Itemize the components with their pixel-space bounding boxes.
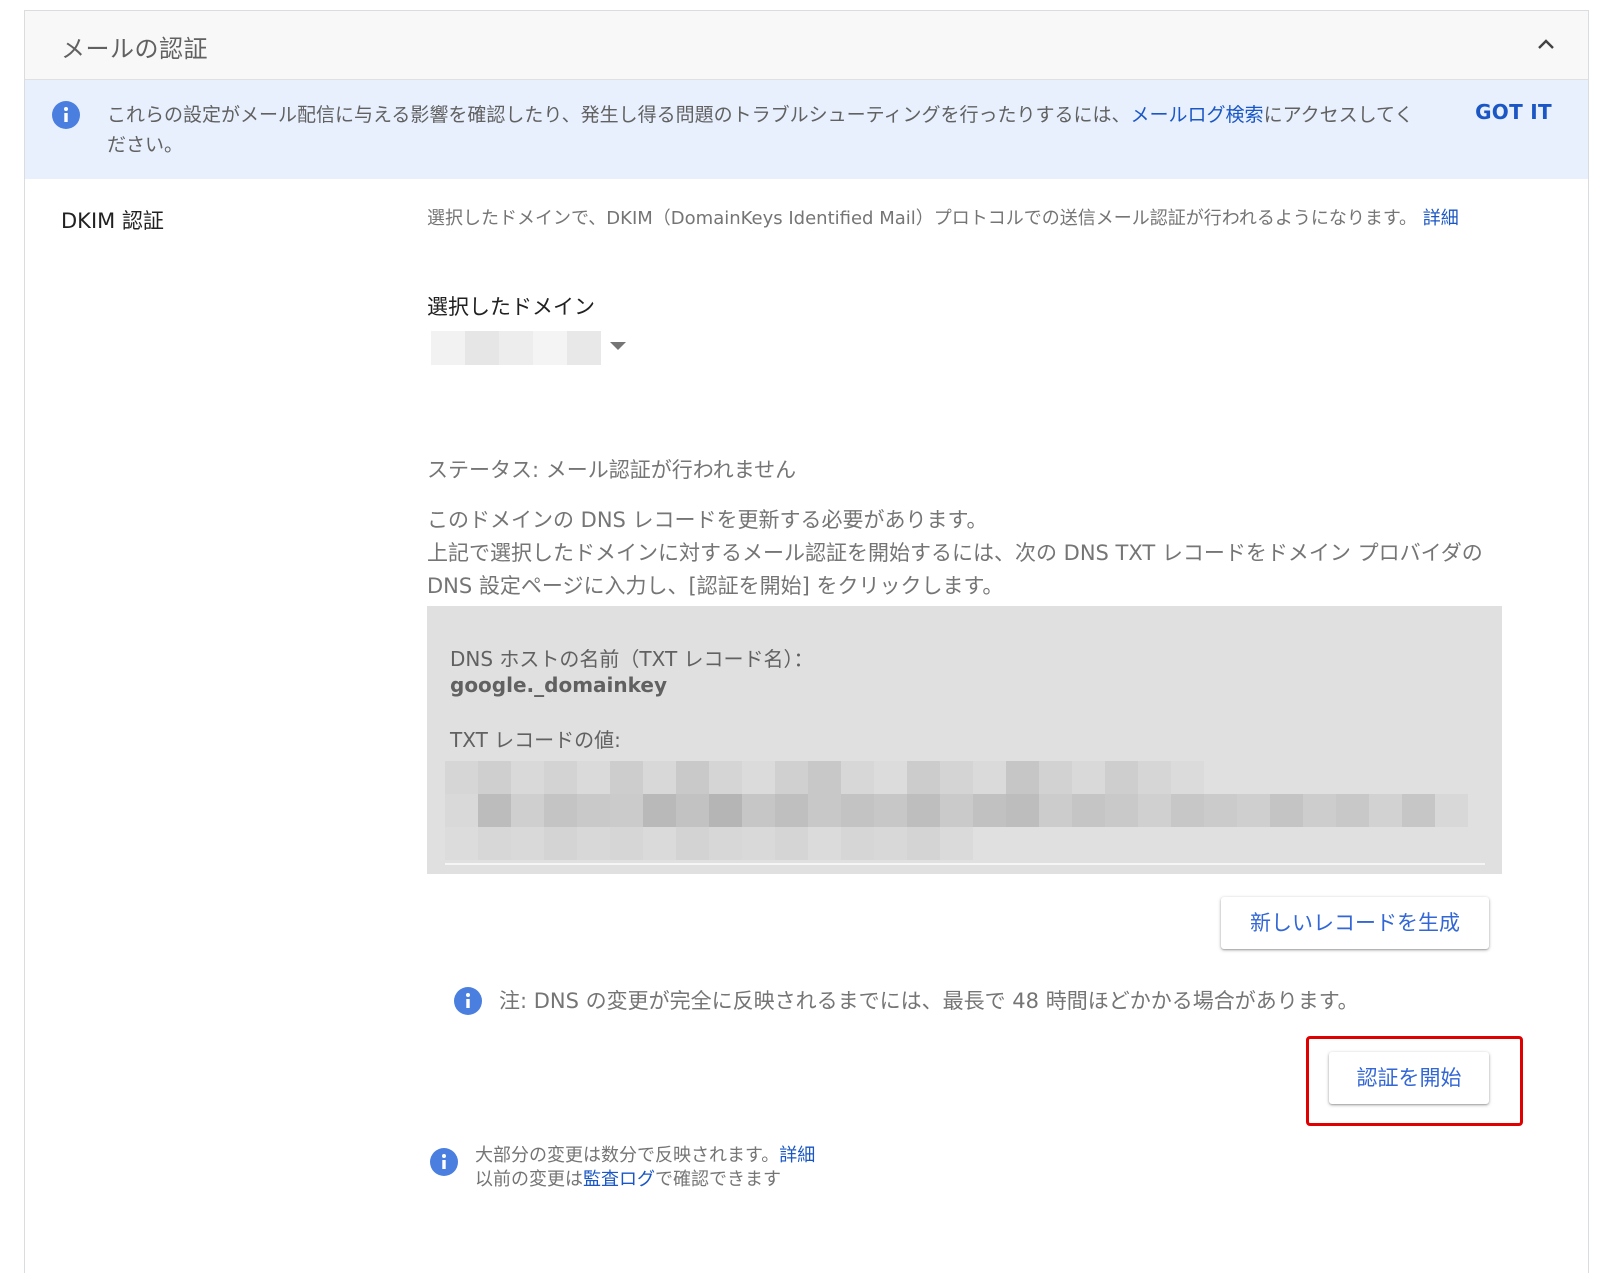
- dns-host-value[interactable]: google._domainkey: [450, 673, 667, 697]
- footer-line-2-before: 以前の変更は: [475, 1169, 583, 1190]
- dns-record-box: DNS ホストの名前（TXT レコード名）： google._domainkey…: [427, 606, 1502, 874]
- card-header[interactable]: メールの認証: [25, 11, 1588, 80]
- dkim-description-text: 選択したドメインで、DKIM（DomainKeys Identified Mai…: [427, 208, 1418, 229]
- txt-record-line: [445, 761, 1204, 794]
- info-icon: [453, 986, 483, 1016]
- instruction-line-1: このドメインの DNS レコードを更新する必要があります。: [427, 508, 988, 532]
- audit-log-link[interactable]: 監査ログ: [583, 1169, 655, 1190]
- instructions: このドメインの DNS レコードを更新する必要があります。 上記で選択したドメイ…: [427, 504, 1502, 603]
- chevron-up-icon[interactable]: [1534, 33, 1558, 57]
- email-authentication-card: メールの認証 これらの設定がメール配信に与える影響を確認したり、発生し得る問題の…: [24, 10, 1589, 1273]
- footer-line-2: 以前の変更は監査ログで確認できます: [475, 1168, 815, 1192]
- generate-new-record-button[interactable]: 新しいレコードを生成: [1221, 897, 1489, 949]
- footer-text: 大部分の変更は数分で反映されます。詳細 以前の変更は監査ログで確認できます: [475, 1144, 815, 1192]
- txt-record-line: [445, 794, 1468, 827]
- domain-select[interactable]: [431, 331, 631, 367]
- dkim-description: 選択したドメインで、DKIM（DomainKeys Identified Mai…: [427, 204, 1459, 230]
- banner-text-before: これらの設定がメール配信に与える影響を確認したり、発生し得る問題のトラブルシュー…: [107, 104, 1131, 126]
- selected-domain-label: 選択したドメイン: [427, 295, 595, 319]
- instruction-line-2: 上記で選択したドメインに対するメール認証を開始するには、次の DNS TXT レ…: [427, 541, 1483, 598]
- info-icon: [51, 100, 81, 130]
- txt-record-line: [445, 827, 973, 860]
- dkim-details-link[interactable]: 詳細: [1423, 208, 1459, 229]
- footer-line-1: 大部分の変更は数分で反映されます。詳細: [475, 1144, 815, 1168]
- footer-details-link[interactable]: 詳細: [779, 1145, 815, 1166]
- banner-message: これらの設定がメール配信に与える影響を確認したり、発生し得る問題のトラブルシュー…: [107, 100, 1425, 160]
- footer-line-2-after: で確認できます: [655, 1169, 781, 1190]
- txt-record-value-redacted[interactable]: [445, 761, 1485, 865]
- status-text: ステータス: メール認証が行われません: [427, 458, 797, 482]
- got-it-button[interactable]: GOT IT: [1475, 100, 1552, 124]
- info-banner: これらの設定がメール配信に与える影響を確認したり、発生し得る問題のトラブルシュー…: [25, 80, 1588, 179]
- start-authentication-button[interactable]: 認証を開始: [1329, 1052, 1489, 1104]
- info-icon: [429, 1147, 459, 1177]
- domain-value-redacted: [431, 331, 601, 365]
- dropdown-arrow-icon: [610, 342, 626, 350]
- section-title: メールの認証: [61, 35, 208, 63]
- footer-line-1-text: 大部分の変更は数分で反映されます。: [475, 1145, 780, 1166]
- dns-host-label: DNS ホストの名前（TXT レコード名）：: [450, 647, 814, 671]
- dkim-label: DKIM 認証: [61, 209, 164, 233]
- note-text: 注: DNS の変更が完全に反映されるまでには、最長で 48 時間ほどかかる場合…: [499, 989, 1359, 1013]
- txt-record-label: TXT レコードの値:: [450, 728, 621, 752]
- email-log-search-link[interactable]: メールログ検索: [1131, 104, 1264, 126]
